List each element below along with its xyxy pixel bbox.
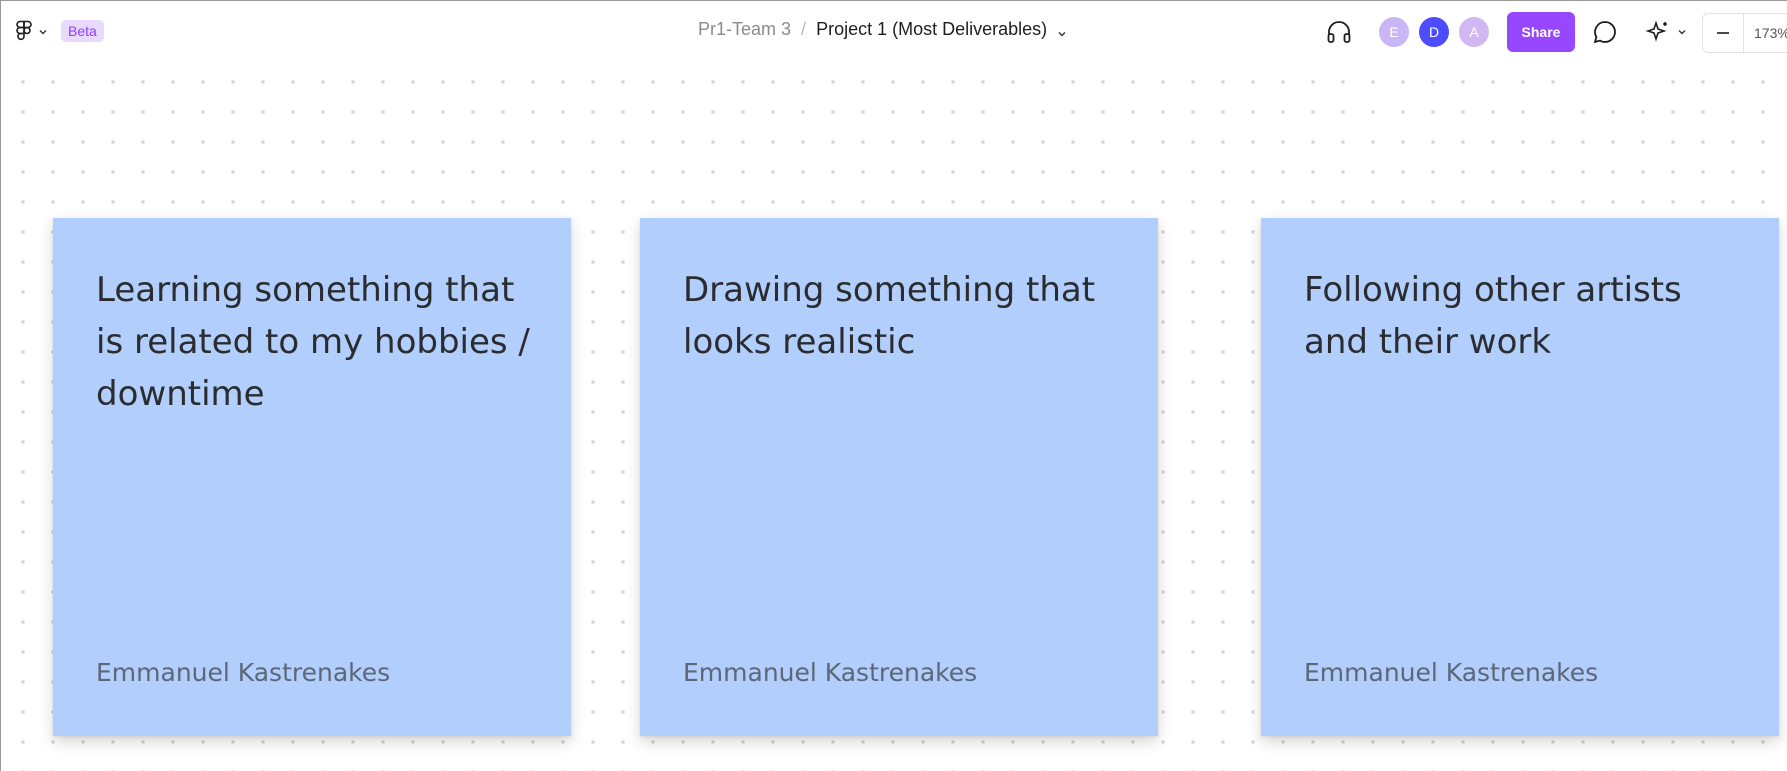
chevron-down-icon[interactable] <box>1056 24 1068 36</box>
chevron-down-icon[interactable] <box>1675 25 1689 39</box>
figma-logo-icon[interactable] <box>13 16 35 46</box>
breadcrumb: Pr1-Team 3 / Project 1 (Most Deliverable… <box>698 19 1068 40</box>
chevron-down-icon[interactable] <box>37 25 49 37</box>
avatar[interactable]: E <box>1379 17 1409 47</box>
sticky-note-text: Following other artists and their work <box>1304 270 1682 362</box>
sticky-note-text: Drawing something that looks realistic <box>683 270 1096 362</box>
minus-icon[interactable] <box>1703 14 1744 52</box>
avatar-group: E D A <box>1379 17 1489 47</box>
right-actions: E D A Share <box>1321 12 1689 52</box>
top-toolbar: Beta Pr1-Team 3 / Project 1 (Most Delive… <box>1 1 1787 63</box>
team-name-link[interactable]: Pr1-Team 3 <box>698 19 791 40</box>
sticky-note-author: Emmanuel Kastrenakes <box>96 658 391 687</box>
sticky-note-text: Learning something that is related to my… <box>96 270 530 414</box>
sticky-note-author: Emmanuel Kastrenakes <box>683 658 978 687</box>
comment-icon[interactable] <box>1585 12 1625 52</box>
sticky-note[interactable]: Learning something that is related to my… <box>53 218 571 736</box>
zoom-level[interactable]: 173% <box>1754 25 1787 41</box>
main-menu[interactable]: Beta <box>13 16 104 46</box>
file-name[interactable]: Project 1 (Most Deliverables) <box>816 19 1047 40</box>
sticky-note[interactable]: Drawing something that looks realistic E… <box>640 218 1158 736</box>
sticky-note[interactable]: Following other artists and their work E… <box>1261 218 1779 736</box>
zoom-control: 173% <box>1702 13 1787 53</box>
beta-badge: Beta <box>61 20 104 42</box>
avatar[interactable]: D <box>1419 17 1449 47</box>
sticky-note-author: Emmanuel Kastrenakes <box>1304 658 1599 687</box>
whiteboard-canvas[interactable]: Beta Pr1-Team 3 / Project 1 (Most Delive… <box>0 0 1787 771</box>
breadcrumb-separator: / <box>801 19 807 39</box>
headphones-icon[interactable] <box>1321 14 1357 50</box>
sparkle-icon[interactable] <box>1643 12 1673 52</box>
avatar[interactable]: A <box>1459 17 1489 47</box>
share-button[interactable]: Share <box>1507 12 1575 52</box>
